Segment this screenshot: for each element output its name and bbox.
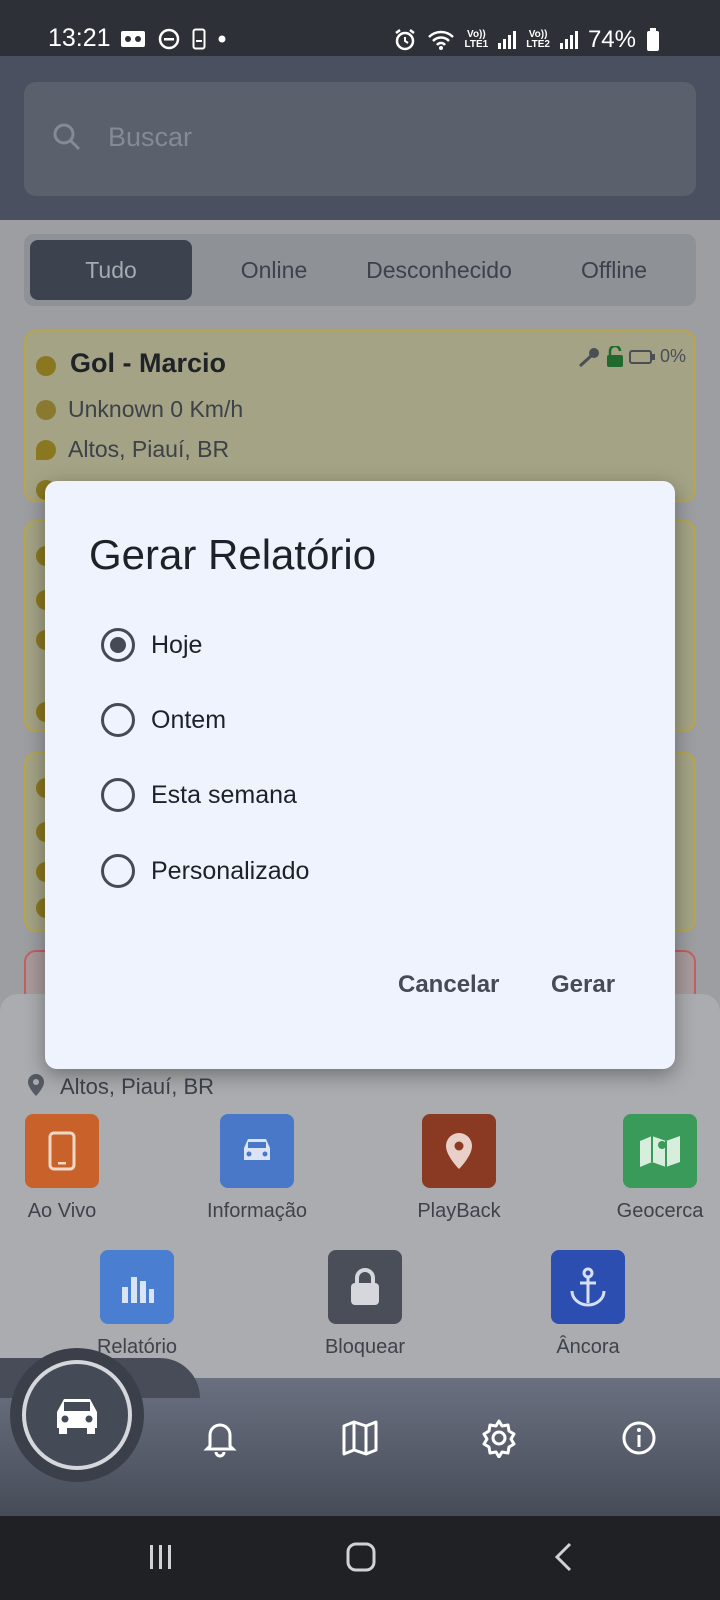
bar-chart-icon xyxy=(122,1277,154,1303)
phone-icon xyxy=(48,1131,76,1171)
signal-1-icon xyxy=(498,31,517,49)
action-icon-box xyxy=(220,1114,294,1188)
generate-button[interactable]: Gerar xyxy=(551,971,615,999)
location-pin-icon xyxy=(28,1074,44,1096)
wifi-icon xyxy=(427,30,454,50)
radio-unselected[interactable] xyxy=(101,703,135,737)
signal-2-icon xyxy=(559,31,578,49)
lte1-indicator: Vo)) LTE1 xyxy=(464,29,489,50)
radio-unselected[interactable] xyxy=(101,778,135,812)
action-label: Geocerca xyxy=(616,1200,704,1222)
dialog-title: Gerar Relatório xyxy=(89,531,377,578)
status-filter-tabs: Tudo Online Desconhecido Offline xyxy=(24,234,696,306)
action-geocerca[interactable]: Geocerca xyxy=(580,1114,720,1223)
bell-icon[interactable] xyxy=(200,1418,240,1458)
search-placeholder: Buscar xyxy=(108,122,193,152)
action-relatorio[interactable]: Relatório xyxy=(57,1250,217,1359)
map-pin-icon xyxy=(640,1136,680,1167)
radio-selected[interactable] xyxy=(101,628,135,662)
status-unknown-icon xyxy=(36,356,56,376)
do-not-disturb-icon xyxy=(158,28,180,50)
search-input[interactable]: Buscar xyxy=(24,82,696,196)
lock-icon xyxy=(351,1268,379,1305)
action-playback[interactable]: PlayBack xyxy=(379,1114,539,1223)
cancel-button[interactable]: Cancelar xyxy=(398,971,499,999)
action-label: Informação xyxy=(206,1200,308,1222)
option-ontem[interactable]: Ontem xyxy=(101,700,226,740)
action-label: Âncora xyxy=(556,1336,620,1358)
status-icons-right: Vo)) LTE1 Vo)) LTE2 74% xyxy=(393,26,660,54)
map-icon[interactable] xyxy=(340,1418,380,1458)
voicemail-icon xyxy=(121,31,145,47)
back-icon[interactable] xyxy=(552,1542,576,1572)
option-personalizado[interactable]: Personalizado xyxy=(101,851,309,891)
dot-icon xyxy=(218,35,226,43)
car-icon xyxy=(244,1139,270,1160)
vehicles-fab[interactable] xyxy=(10,1348,144,1482)
status-time: 13:21 xyxy=(48,24,111,52)
tab-online[interactable]: Online xyxy=(214,240,334,300)
battery-level-icon xyxy=(628,350,655,365)
tab-desconhecido[interactable]: Desconhecido xyxy=(344,240,534,300)
car-icon xyxy=(57,1399,97,1434)
action-icon-box xyxy=(551,1250,625,1324)
battery-icon xyxy=(647,28,659,51)
alarm-icon xyxy=(394,29,415,51)
action-label: Bloquear xyxy=(324,1336,406,1358)
action-label: Ao Vivo xyxy=(27,1200,97,1222)
option-label: Ontem xyxy=(151,705,227,734)
option-label: Hoje xyxy=(151,630,203,659)
app-header: Buscar xyxy=(0,56,720,220)
generate-report-dialog: Gerar Relatório Hoje Ontem Esta semana P… xyxy=(45,481,675,1069)
action-icon-box xyxy=(25,1114,99,1188)
option-label: Personalizado xyxy=(151,856,310,885)
tab-tudo[interactable]: Tudo xyxy=(30,240,192,300)
sheet-address: Altos, Piauí, BR xyxy=(60,1074,215,1099)
action-informacao[interactable]: Informação xyxy=(177,1114,337,1223)
device-location: Altos, Piauí, BR xyxy=(68,436,230,462)
battery-percent: 74% xyxy=(587,26,636,53)
search-icon xyxy=(53,123,81,151)
speedometer-icon xyxy=(36,400,56,420)
location-pin-icon xyxy=(36,440,56,460)
device-icon xyxy=(192,28,206,50)
action-ancora[interactable]: Âncora xyxy=(508,1250,668,1359)
location-pin-icon xyxy=(446,1133,472,1169)
option-esta-semana[interactable]: Esta semana xyxy=(101,775,297,815)
radio-unselected[interactable] xyxy=(101,854,135,888)
home-icon[interactable] xyxy=(346,1542,376,1572)
status-icons-left xyxy=(120,28,226,50)
system-navigation-bar xyxy=(0,1516,720,1600)
gear-icon[interactable] xyxy=(479,1418,519,1458)
recent-apps-icon[interactable] xyxy=(146,1542,176,1572)
option-label: Esta semana xyxy=(151,780,297,809)
key-icon xyxy=(578,348,599,368)
action-bloquear[interactable]: Bloquear xyxy=(285,1250,445,1359)
action-icon-box xyxy=(328,1250,402,1324)
action-label: PlayBack xyxy=(417,1200,501,1222)
device-card[interactable]: Gol - Marcio 0% Unknown 0 Km/h Altos, Pi… xyxy=(24,330,696,502)
device-speed: Unknown 0 Km/h xyxy=(68,396,244,422)
info-icon[interactable] xyxy=(619,1418,659,1458)
tab-offline[interactable]: Offline xyxy=(544,240,684,300)
action-icon-box xyxy=(422,1114,496,1188)
device-title: Gol - Marcio xyxy=(70,348,227,378)
anchor-icon xyxy=(570,1267,606,1307)
lte2-indicator: Vo)) LTE2 xyxy=(526,29,550,50)
action-ao-vivo[interactable]: Ao Vivo xyxy=(0,1114,142,1223)
option-hoje[interactable]: Hoje xyxy=(101,625,202,665)
device-battery: 0% xyxy=(577,345,686,368)
action-icon-box xyxy=(100,1250,174,1324)
unlock-icon xyxy=(606,345,623,368)
fab-inner xyxy=(22,1360,132,1470)
action-icon-box xyxy=(623,1114,697,1188)
